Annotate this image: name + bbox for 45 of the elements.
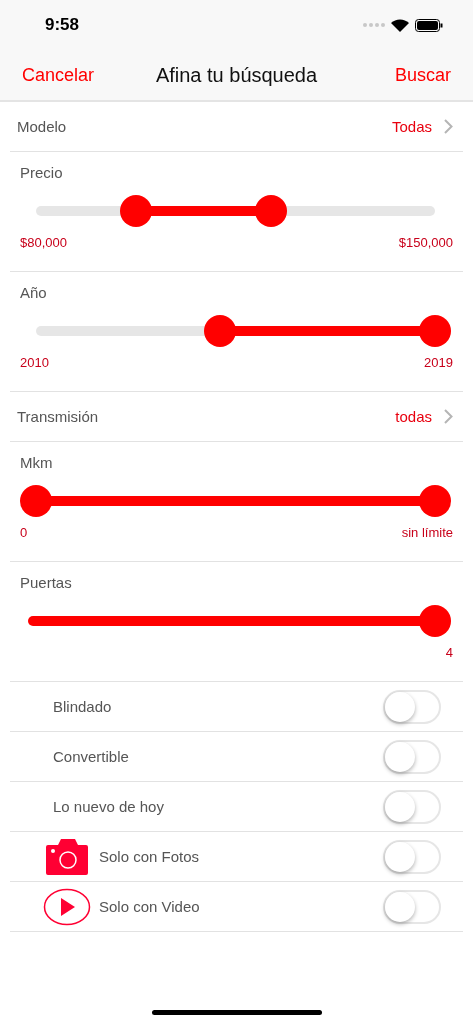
toggle-label: Lo nuevo de hoy xyxy=(53,798,165,815)
nav-title: Afina tu búsqueda xyxy=(155,63,318,87)
slider-thumb[interactable] xyxy=(20,485,52,517)
toggle-switch[interactable] xyxy=(383,889,441,924)
battery-icon xyxy=(415,18,443,32)
max-value: $150,000 xyxy=(398,235,453,250)
toggle-label: Convertible xyxy=(53,748,130,765)
picker-row[interactable]: Transmisión todas xyxy=(10,392,463,441)
max-value: 2019 xyxy=(424,355,453,370)
toggle-label: Solo con Video xyxy=(99,898,201,915)
picker-row[interactable]: Modelo Todas xyxy=(10,102,463,151)
slider-thumb[interactable] xyxy=(419,485,451,517)
slider-thumb[interactable] xyxy=(255,195,288,227)
cancel-button[interactable]: Cancelar xyxy=(22,64,95,86)
max-value: 4 xyxy=(445,645,453,660)
wifi-icon xyxy=(391,18,409,32)
slider-label: Año xyxy=(20,284,48,301)
chevron-icon xyxy=(444,119,453,134)
search-button[interactable]: Buscar xyxy=(394,64,451,86)
row-label: Modelo xyxy=(17,118,67,135)
max-value: sin límite xyxy=(401,525,453,540)
toggle-switch[interactable] xyxy=(383,739,441,774)
slider-thumb[interactable] xyxy=(419,315,451,347)
signal-icon xyxy=(363,23,385,27)
slider-label: Puertas xyxy=(20,574,73,591)
row-value: todas xyxy=(395,408,432,425)
slider-label: Precio xyxy=(20,164,64,181)
camera-icon xyxy=(44,837,90,876)
min-value: 2010 xyxy=(20,355,49,370)
min-value: 0 xyxy=(20,525,28,540)
play-icon xyxy=(43,887,91,926)
min-value: $80,000 xyxy=(20,235,67,250)
toggle-switch[interactable] xyxy=(383,689,441,724)
row-value: Todas xyxy=(391,118,432,135)
toggle-label: Solo con Fotos xyxy=(99,848,201,865)
chevron-icon xyxy=(444,409,453,424)
status-time: 9:58 xyxy=(45,15,80,35)
slider-thumb[interactable] xyxy=(119,195,152,227)
toggle-label: Blindado xyxy=(53,698,113,715)
row-label: Transmisión xyxy=(17,408,99,425)
slider-thumb[interactable] xyxy=(203,315,236,347)
slider-thumb[interactable] xyxy=(419,605,451,637)
slider-label: Mkm xyxy=(20,454,54,471)
toggle-switch[interactable] xyxy=(383,839,441,874)
toggle-switch[interactable] xyxy=(383,789,441,824)
